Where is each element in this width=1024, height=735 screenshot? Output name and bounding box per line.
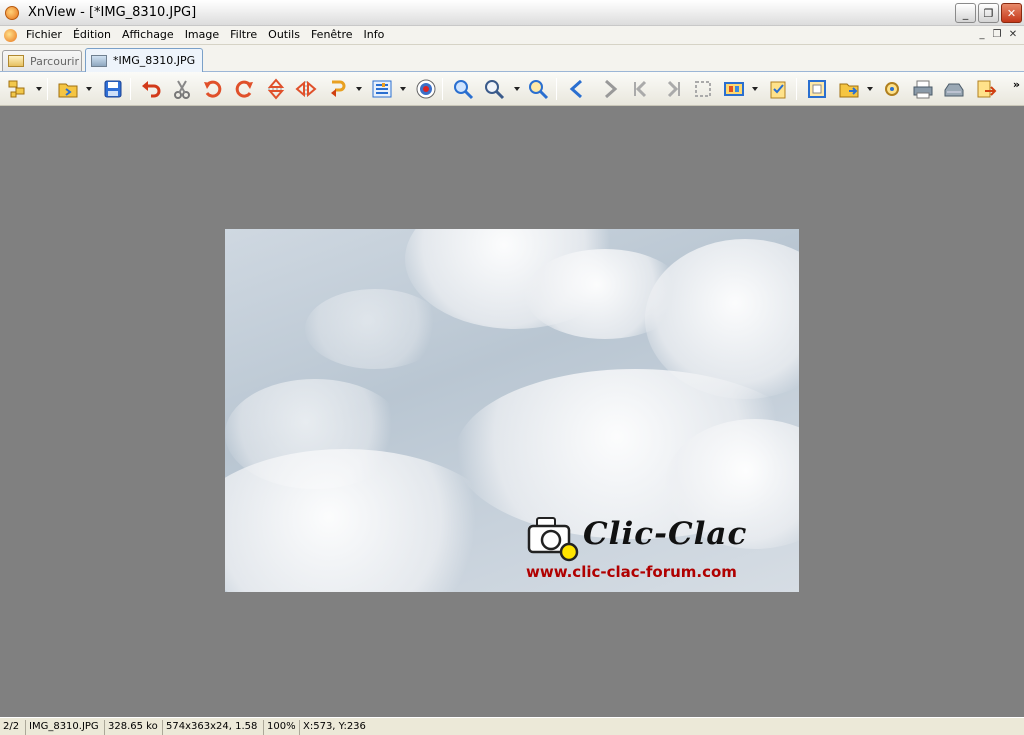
print-icon[interactable] bbox=[911, 77, 935, 101]
export-icon[interactable] bbox=[974, 77, 998, 101]
menu-affichage[interactable]: Affichage bbox=[122, 28, 180, 42]
xnview-app-icon[interactable] bbox=[5, 6, 19, 20]
zoom-fit-icon[interactable] bbox=[526, 77, 550, 101]
menu-edition[interactable]: Édition bbox=[73, 28, 117, 42]
adjust-dropdown-icon[interactable] bbox=[400, 87, 406, 91]
browser-tab-icon bbox=[8, 55, 24, 67]
tab-label: Parcourir bbox=[30, 54, 80, 68]
status-cursor-position: X:573, Y:236 bbox=[299, 720, 1024, 735]
minimize-button[interactable]: _ bbox=[955, 3, 976, 23]
save-icon[interactable] bbox=[101, 77, 125, 101]
sky-clouds-photo: Clic-Clac www.clic-clac-forum.com bbox=[225, 229, 799, 592]
document-system-icon[interactable] bbox=[4, 29, 17, 42]
title-bar: XnView - [*IMG_8310.JPG] _ ❐ ✕ bbox=[0, 0, 1024, 26]
menu-bar: Fichier Édition Affichage Image Filtre O… bbox=[0, 26, 1024, 45]
toolbar-separator bbox=[47, 78, 48, 100]
rotate-left-icon[interactable] bbox=[201, 77, 225, 101]
zoom-dropdown-icon[interactable] bbox=[514, 87, 520, 91]
zoom-in-icon[interactable] bbox=[451, 77, 475, 101]
flip-horizontal-icon[interactable] bbox=[294, 77, 318, 101]
menu-filtre[interactable]: Filtre bbox=[230, 28, 263, 42]
open-folder-icon[interactable] bbox=[56, 77, 80, 101]
toolbar-overflow-icon[interactable]: » bbox=[1013, 78, 1020, 91]
zoom-out-icon[interactable] bbox=[482, 77, 506, 101]
next-icon[interactable] bbox=[598, 77, 622, 101]
browser-icon[interactable] bbox=[6, 77, 30, 101]
toolbar-separator bbox=[130, 78, 131, 100]
close-button[interactable]: ✕ bbox=[1001, 3, 1022, 23]
maximize-button[interactable]: ❐ bbox=[978, 3, 999, 23]
toolbar: » bbox=[0, 72, 1024, 106]
fullscreen-icon[interactable] bbox=[805, 77, 829, 101]
status-zoom: 100% bbox=[263, 720, 298, 735]
open-dropdown-icon[interactable] bbox=[86, 87, 92, 91]
batch-icon[interactable] bbox=[880, 77, 904, 101]
red-eye-icon[interactable] bbox=[414, 77, 438, 101]
menu-fichier[interactable]: Fichier bbox=[26, 28, 68, 42]
image-viewer[interactable]: Clic-Clac www.clic-clac-forum.com bbox=[0, 106, 1024, 717]
menu-info[interactable]: Info bbox=[364, 28, 391, 42]
image-tab-icon bbox=[91, 54, 107, 67]
menu-outils[interactable]: Outils bbox=[268, 28, 306, 42]
move-dropdown-icon[interactable] bbox=[867, 87, 873, 91]
menu-image[interactable]: Image bbox=[185, 28, 225, 42]
tab-label: *IMG_8310.JPG bbox=[113, 54, 196, 67]
status-filename: IMG_8310.JPG bbox=[25, 720, 103, 735]
move-to-folder-icon[interactable] bbox=[837, 77, 861, 101]
tab-bar: Parcourir *IMG_8310.JPG bbox=[0, 45, 1024, 72]
undo-icon[interactable] bbox=[139, 77, 163, 101]
tab-parcourir[interactable]: Parcourir bbox=[2, 50, 82, 71]
watermark-url: www.clic-clac-forum.com bbox=[526, 563, 737, 581]
transform-dropdown-icon[interactable] bbox=[356, 87, 362, 91]
browser-dropdown-icon[interactable] bbox=[36, 87, 42, 91]
watermark-title: Clic-Clac bbox=[583, 516, 748, 552]
adjust-icon[interactable] bbox=[370, 77, 394, 101]
slideshow-icon[interactable] bbox=[722, 77, 746, 101]
flip-vertical-icon[interactable] bbox=[264, 77, 288, 101]
camera-logo-icon bbox=[527, 517, 579, 562]
last-icon[interactable] bbox=[660, 77, 684, 101]
status-bar: 2/2 IMG_8310.JPG 328.65 ko 574x363x24, 1… bbox=[0, 717, 1024, 735]
previous-icon[interactable] bbox=[565, 77, 589, 101]
toolbar-separator bbox=[556, 78, 557, 100]
window-title: XnView - [*IMG_8310.JPG] bbox=[28, 5, 197, 20]
tab-img-8310[interactable]: *IMG_8310.JPG bbox=[85, 48, 203, 72]
toolbar-separator bbox=[796, 78, 797, 100]
doc-minimize-button[interactable]: _ bbox=[975, 28, 989, 42]
scan-icon[interactable] bbox=[942, 77, 966, 101]
rotate-right-icon[interactable] bbox=[232, 77, 256, 101]
transform-icon[interactable] bbox=[326, 77, 350, 101]
doc-close-button[interactable]: ✕ bbox=[1006, 28, 1020, 42]
status-index: 2/2 bbox=[3, 721, 20, 732]
status-filesize: 328.65 ko bbox=[104, 720, 161, 735]
select-icon[interactable] bbox=[691, 77, 715, 101]
menu-fenetre[interactable]: Fenêtre bbox=[311, 28, 359, 42]
slideshow-dropdown-icon[interactable] bbox=[752, 87, 758, 91]
toolbar-separator bbox=[442, 78, 443, 100]
bookmark-icon[interactable] bbox=[766, 77, 790, 101]
first-icon[interactable] bbox=[630, 77, 654, 101]
doc-restore-button[interactable]: ❐ bbox=[990, 28, 1004, 42]
cut-icon[interactable] bbox=[170, 77, 194, 101]
status-dimensions: 574x363x24, 1.58 bbox=[162, 720, 262, 735]
